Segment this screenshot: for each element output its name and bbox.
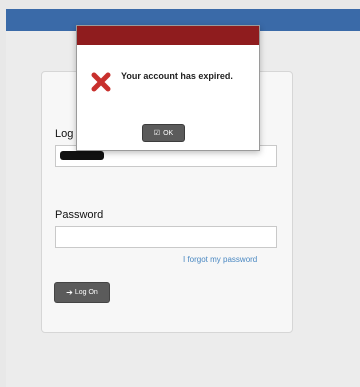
error-x-icon xyxy=(91,72,111,92)
log-on-button[interactable]: ➔ Log On xyxy=(55,283,109,302)
dialog-header xyxy=(77,26,259,45)
redacted-username xyxy=(60,151,104,160)
sign-in-icon: ➔ xyxy=(66,288,73,297)
ok-button[interactable]: ☑ OK xyxy=(143,125,184,141)
dialog-message: Your account has expired. xyxy=(121,71,233,81)
password-label: Password xyxy=(55,209,104,221)
log-on-button-label: Log On xyxy=(74,289,98,296)
login-label: Log xyxy=(55,128,74,140)
forgot-password-link[interactable]: I forgot my password xyxy=(183,255,257,264)
ok-button-label: OK xyxy=(163,129,174,137)
password-field[interactable] xyxy=(55,226,277,248)
account-expired-dialog: Your account has expired. ☑ OK xyxy=(76,25,260,151)
checkbox-icon: ☑ xyxy=(153,130,161,137)
